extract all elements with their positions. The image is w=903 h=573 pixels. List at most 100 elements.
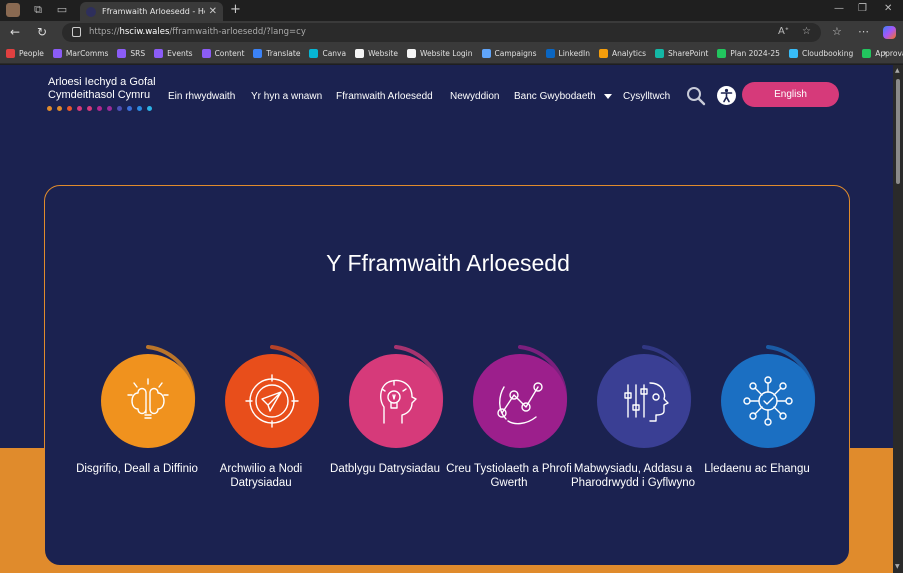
bookmark-label: Content	[214, 49, 245, 58]
english-language-button[interactable]: English	[742, 82, 839, 107]
bookmark-label: SRS	[130, 49, 146, 58]
bookmarks-bar: People MarComms SRS Events Content Translate C…	[0, 44, 903, 64]
stage-circle[interactable]	[721, 354, 815, 448]
favorites-icon[interactable]: ☆	[832, 25, 842, 38]
refresh-icon[interactable]: ↻	[37, 25, 47, 39]
logo-dot	[127, 106, 132, 111]
browser-tab-bar: ⧉ ▭ Fframwaith Arloesedd - Health and ✕ …	[0, 0, 903, 21]
bookmark-icon	[309, 49, 319, 58]
stage-circle[interactable]	[225, 354, 319, 448]
bookmark-icon	[788, 49, 798, 58]
bookmark-website[interactable]: Website	[355, 49, 398, 58]
workspaces-icon[interactable]: ⧉	[32, 4, 44, 16]
stage-label: Mabwysiadu, Addasu a Pharodrwydd i Gyflw…	[571, 463, 695, 489]
close-tab-icon[interactable]: ✕	[209, 6, 217, 17]
bookmark-label: Cloudbooking	[801, 49, 854, 58]
stage-circle[interactable]	[101, 354, 195, 448]
nav-newyddion[interactable]: Newyddion	[450, 91, 499, 102]
site-logo[interactable]: Arloesi Iechyd a Gofal Cymdeithasol Cymr…	[48, 76, 156, 102]
bookmark-website-login[interactable]: Website Login	[406, 49, 473, 58]
bookmark-translate[interactable]: Translate	[253, 49, 300, 58]
scroll-up-icon[interactable]: ▲	[895, 67, 900, 74]
new-tab-icon[interactable]: +	[230, 2, 241, 17]
stage-label: Creu Tystiolaeth a Phrofi Gwerth	[446, 463, 572, 489]
scrollbar[interactable]: ▲ ▼	[893, 65, 903, 573]
bookmark-label: Plan 2024-25	[730, 49, 780, 58]
bookmark-label: Canva	[322, 49, 347, 58]
sliders-head-icon	[597, 354, 691, 452]
stage-circle[interactable]	[597, 354, 691, 448]
back-icon[interactable]: ←	[10, 25, 20, 39]
nav-banc-gwybodaeth[interactable]: Banc Gwybodaeth	[514, 91, 596, 102]
bookmark-content[interactable]: Content	[201, 49, 245, 58]
active-tab[interactable]: Fframwaith Arloesedd - Health and ✕	[80, 2, 223, 21]
bookmark-icon	[6, 49, 15, 58]
read-aloud-icon[interactable]: Aᐩ	[778, 26, 789, 37]
bookmark-icon	[598, 49, 608, 58]
bookmark-analytics[interactable]: Analytics	[598, 49, 647, 58]
bookmark-plan-2024-25[interactable]: Plan 2024-25	[717, 49, 780, 58]
logo-dot	[97, 106, 102, 111]
profile-avatar[interactable]	[6, 3, 20, 17]
stage-circle[interactable]	[349, 354, 443, 448]
bookmark-sharepoint[interactable]: SharePoint	[655, 49, 708, 58]
bookmark-label: ApprovalMax	[875, 49, 903, 58]
bookmark-canva[interactable]: Canva	[309, 49, 346, 58]
logo-dot	[57, 106, 62, 111]
stage-label: Archwilio a Nodi Datrysiadau	[219, 463, 303, 489]
bookmark-people[interactable]: People	[6, 49, 44, 58]
logo-dot	[67, 106, 72, 111]
bookmark-srs[interactable]: SRS	[117, 49, 145, 58]
url-text: https://hsciw.wales/fframwaith-arloesedd…	[89, 27, 306, 37]
logo-dot	[107, 106, 112, 111]
stage-label: Disgrifio, Deall a Diffinio	[76, 463, 198, 475]
stage-label: Lledaenu ac Ehangu	[704, 463, 810, 475]
bookmark-icon	[545, 49, 555, 58]
bookmark-cloudbooking[interactable]: Cloudbooking	[788, 49, 854, 58]
accessibility-icon[interactable]	[717, 86, 736, 105]
nav-fframwaith-arloesedd[interactable]: Fframwaith Arloesedd	[336, 91, 433, 102]
restore-icon[interactable]: ❐	[858, 3, 867, 14]
search-icon[interactable]	[686, 86, 706, 106]
bookmark-label: Campaigns	[494, 49, 537, 58]
bookmark-campaigns[interactable]: Campaigns	[481, 49, 537, 58]
logo-dot	[147, 106, 152, 111]
nav-yr-hyn-a-wnawn[interactable]: Yr hyn a wnawn	[251, 91, 322, 102]
bookmarks-overflow-icon[interactable]: ›	[883, 48, 887, 59]
framework-card: Y Fframwaith Arloesedd Disgrifio, Deall …	[44, 185, 850, 566]
logo-dot	[117, 106, 122, 111]
scroll-down-icon[interactable]: ▼	[895, 563, 900, 570]
bookmark-label: SharePoint	[668, 49, 709, 58]
logo-dot	[77, 106, 82, 111]
url-field[interactable]: https://hsciw.wales/fframwaith-arloesedd…	[62, 23, 821, 42]
scrollbar-thumb[interactable]	[896, 79, 900, 184]
bookmark-events[interactable]: Events	[154, 49, 193, 58]
bookmark-label: LinkedIn	[558, 49, 590, 58]
lock-icon[interactable]	[72, 27, 81, 37]
bookmark-linkedin[interactable]: LinkedIn	[545, 49, 590, 58]
favorite-star-icon[interactable]: ☆	[802, 26, 811, 37]
bookmark-icon	[655, 49, 665, 58]
bookmark-marcomms[interactable]: MarComms	[52, 49, 108, 58]
bookmark-label: Website Login	[419, 49, 473, 58]
stage-label: Datblygu Datrysiadau	[330, 463, 440, 475]
minimize-icon[interactable]: —	[834, 3, 844, 14]
bookmark-label: Analytics	[611, 49, 647, 58]
web-page: Arloesi Iechyd a Gofal Cymdeithasol Cymr…	[0, 65, 893, 573]
stage-ring	[212, 344, 320, 452]
tab-favicon	[86, 6, 96, 17]
stage-circle[interactable]	[473, 354, 567, 448]
nav-cysylltwch[interactable]: Cysylltwch	[623, 91, 670, 102]
page-title: Y Fframwaith Arloesedd	[326, 250, 570, 276]
chevron-down-icon[interactable]	[604, 94, 612, 99]
bookmark-icon	[253, 49, 263, 58]
nav-ein-rhwydwaith[interactable]: Ein rhwydwaith	[168, 91, 235, 102]
stage-ring	[584, 344, 692, 452]
close-window-icon[interactable]: ✕	[884, 3, 892, 14]
bookmark-label: Events	[167, 49, 193, 58]
logo-line-2: Cymdeithasol Cymru	[48, 89, 151, 101]
address-bar-row: ← ↻ https://hsciw.wales/fframwaith-arloe…	[0, 21, 903, 44]
copilot-icon[interactable]	[883, 26, 896, 39]
tab-actions-icon[interactable]: ▭	[56, 4, 68, 16]
more-menu-icon[interactable]: ⋯	[858, 25, 869, 38]
